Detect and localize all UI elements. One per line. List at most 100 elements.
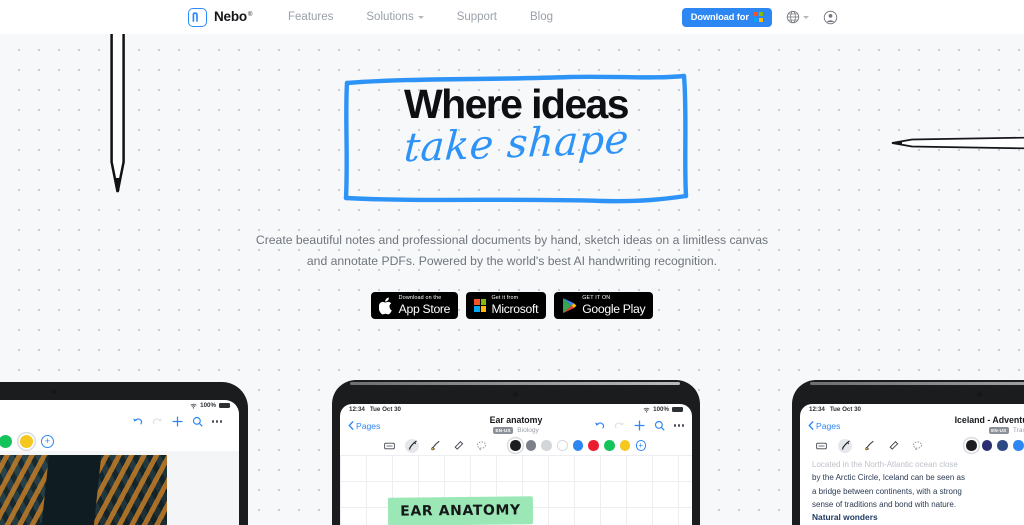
back-to-pages-button[interactable]: Pages <box>808 421 840 431</box>
back-to-pages-button[interactable]: Pages <box>348 421 380 431</box>
device-center: 12:34 Tue Oct 30 100% Pages Ear anatomy … <box>332 380 700 525</box>
note-canvas[interactable]: EAR ANATOMY <box>340 455 692 525</box>
google-play-badge-text: GET IT ON Google Play <box>582 295 645 315</box>
color-swatch[interactable] <box>572 440 584 451</box>
color-swatches: + <box>510 440 646 451</box>
color-swatches: + <box>0 435 54 448</box>
device-edge-highlight <box>350 382 680 385</box>
document-page[interactable]: ew sis <box>0 451 239 525</box>
wifi-icon <box>643 407 650 413</box>
document-tag-label: Biology <box>517 426 539 434</box>
status-bar-right: 100% <box>190 402 230 409</box>
hero-subtitle-line2: and annotate PDFs. Powered by the world'… <box>306 253 718 268</box>
tool-strip: + <box>0 432 239 451</box>
tool-strip: + <box>340 436 692 455</box>
pen-tool-button[interactable] <box>405 438 419 453</box>
keyboard-tool-button[interactable] <box>382 439 396 453</box>
nav-link-blog[interactable]: Blog <box>530 11 553 23</box>
account-avatar-icon[interactable] <box>823 10 838 25</box>
more-icon[interactable] <box>212 420 222 423</box>
color-swatch[interactable] <box>1013 440 1024 451</box>
download-for-button[interactable]: Download for <box>681 7 772 27</box>
status-bar: 12:34 Tue Oct 30 100% <box>340 404 692 415</box>
eraser-tool-button[interactable] <box>451 439 465 453</box>
document-body-line: a bridge between continents, with a stro… <box>812 486 962 496</box>
nebo-logo[interactable]: Nebo® <box>188 6 252 28</box>
chevron-left-icon <box>808 421 814 430</box>
google-play-icon <box>563 298 577 314</box>
add-icon[interactable] <box>634 420 645 431</box>
hero-subtitle-line1: Create beautiful notes and professional … <box>255 233 769 247</box>
lasso-select-tool-button[interactable] <box>910 439 924 453</box>
more-icon[interactable] <box>674 424 684 427</box>
lasso-select-icon <box>476 441 486 451</box>
nebo-logo-icon <box>188 7 207 27</box>
app-store-badge[interactable]: Download on the App Store <box>370 292 459 319</box>
document-body-line: sense of traditions and bond with nature… <box>812 499 957 509</box>
color-swatch[interactable] <box>588 440 599 451</box>
hero-heading-block: Where ideas take shape <box>343 73 689 204</box>
color-swatch-selected[interactable] <box>510 440 521 451</box>
battery-full-icon <box>672 406 683 413</box>
highlighter-icon <box>430 440 440 451</box>
nav-link-label: Solutions <box>366 11 414 23</box>
eraser-icon <box>454 441 463 450</box>
color-swatch[interactable] <box>981 440 993 451</box>
keyboard-tool-button[interactable] <box>814 439 828 453</box>
undo-icon[interactable] <box>594 420 605 431</box>
nav-link-support[interactable]: Support <box>457 11 497 23</box>
apple-logo-icon <box>378 296 392 314</box>
google-play-badge[interactable]: GET IT ON Google Play <box>554 292 654 319</box>
color-swatch-selected[interactable] <box>20 435 33 448</box>
color-swatch[interactable] <box>619 440 631 451</box>
undo-icon[interactable] <box>132 416 143 427</box>
device-center-screen: 12:34 Tue Oct 30 100% Pages Ear anatomy … <box>340 404 692 525</box>
color-swatch[interactable] <box>557 440 568 451</box>
nav-link-label: Blog <box>529 11 554 23</box>
status-date: Tue Oct 30 <box>369 406 402 413</box>
add-icon[interactable] <box>172 416 183 427</box>
add-color-button[interactable]: + <box>635 440 646 451</box>
status-date: Tue Oct 30 <box>829 406 862 413</box>
device-right-screen: 12:34 Tue Oct 30 Pages Iceland - Adventu… <box>800 404 1024 525</box>
document-title: Ear anatomy <box>489 415 543 425</box>
redo-icon[interactable] <box>614 420 625 431</box>
drawing-tools <box>814 438 924 453</box>
keyboard-icon <box>815 442 827 449</box>
badge-large-label: Microsoft <box>491 301 539 316</box>
highlighter-tool-button[interactable] <box>428 439 442 453</box>
microsoft-store-badge[interactable]: Get it from Microsoft <box>466 292 547 319</box>
color-swatch[interactable] <box>0 435 12 448</box>
language-selector[interactable] <box>786 10 809 24</box>
color-swatch-selected[interactable] <box>966 440 977 451</box>
device-left-screen: 100% 1/Q2 market review.pdf EN-US Sales <box>0 400 239 525</box>
redo-icon[interactable] <box>152 416 163 427</box>
nebo-logo-wordmark: Nebo® <box>214 9 253 25</box>
color-swatch[interactable] <box>541 440 552 451</box>
handwritten-title: EAR ANATOMY <box>387 496 534 525</box>
lasso-select-icon <box>912 441 922 451</box>
language-chip: EN-US <box>988 426 1009 434</box>
document-page[interactable]: Located in the North-Atlantic ocean clos… <box>800 455 1024 525</box>
eraser-tool-button[interactable] <box>886 439 900 453</box>
chevron-left-icon <box>348 421 354 430</box>
document-title: Iceland - Adventure waiting to <box>954 415 1024 425</box>
drawing-tools <box>382 438 488 453</box>
search-icon[interactable] <box>654 420 665 431</box>
document-tag-label: Travel blog <box>1012 426 1024 434</box>
camera-dot <box>51 389 56 394</box>
camera-dot <box>513 392 518 397</box>
color-swatch[interactable] <box>525 440 537 451</box>
document-body-faded: Located in the North-Atlantic ocean clos… <box>812 460 958 469</box>
nav-link-solutions[interactable]: Solutions <box>366 11 424 23</box>
stylus-horizontal-icon <box>891 136 1024 150</box>
highlighter-tool-button[interactable] <box>862 439 876 453</box>
search-icon[interactable] <box>192 416 203 427</box>
color-swatch[interactable] <box>604 440 615 451</box>
status-bar-left: 12:34 Tue Oct 30 <box>349 406 401 413</box>
lasso-select-tool-button[interactable] <box>474 439 488 453</box>
nav-link-features[interactable]: Features <box>288 11 333 23</box>
add-color-button[interactable]: + <box>41 435 54 448</box>
color-swatch[interactable] <box>997 440 1008 451</box>
pen-tool-button[interactable] <box>838 438 852 453</box>
